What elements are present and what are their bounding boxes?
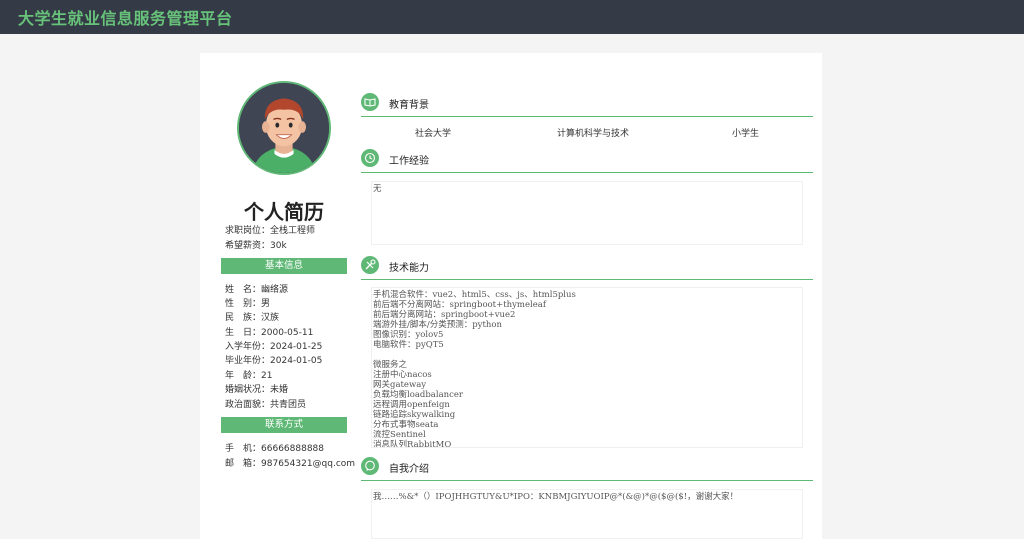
contact-label: 邮 箱： [225, 459, 262, 469]
avatar-illustration [239, 83, 329, 173]
contact-heading: 联系方式 [221, 417, 347, 433]
salary-value: 30k [270, 241, 287, 251]
right-column: 教育背景 社会大学 计算机科学与技术 小学生 工作经验 无 技术能力 手机混合软… [361, 53, 813, 539]
skills-title: 技术能力 [389, 263, 429, 274]
job-value: 全栈工程师 [270, 226, 316, 236]
info-row: 生 日：2000-05-11 [225, 327, 313, 339]
contact-row: 手 机：66666888888 [225, 443, 324, 455]
salary-label: 希望薪资： [225, 241, 271, 251]
avatar [237, 81, 331, 175]
skills-header: 技术能力 [361, 252, 813, 280]
education-header: 教育背景 [361, 89, 813, 117]
info-row: 姓 名：幽络源 [225, 284, 288, 296]
basic-info-heading: 基本信息 [221, 258, 347, 274]
work-content: 无 [371, 181, 803, 245]
education-title: 教育背景 [389, 100, 429, 111]
degree-name: 小学生 [732, 129, 760, 139]
info-value: 幽络源 [261, 285, 289, 295]
contact-label: 手 机： [225, 444, 262, 454]
clock-icon [361, 149, 379, 167]
info-label: 婚姻状况： [225, 385, 271, 395]
info-label: 年 龄： [225, 371, 262, 381]
info-value: 2024-01-25 [270, 342, 323, 352]
resume-title: 个人简历 [244, 200, 324, 224]
info-value: 2000-05-11 [261, 328, 314, 338]
info-row: 入学年份：2024-01-25 [225, 341, 322, 353]
job-label: 求职岗位： [225, 226, 271, 236]
info-value: 共青团员 [270, 400, 307, 410]
work-header: 工作经验 [361, 145, 813, 173]
info-label: 姓 名： [225, 285, 262, 295]
intro-content: 我……%&*（）IPOJHHGTUY&U*IPO：KNBMJGIYUOIP@*(… [371, 489, 803, 539]
info-value: 2024-01-05 [270, 356, 323, 366]
intro-header: 自我介绍 [361, 453, 813, 481]
education-row: 社会大学 计算机科学与技术 小学生 [361, 126, 813, 140]
info-label: 性 别： [225, 299, 262, 309]
info-label: 政治面貌： [225, 400, 271, 410]
work-title: 工作经验 [389, 156, 429, 167]
contact-row: 邮 箱：987654321@qq.com [225, 458, 355, 470]
info-label: 民 族： [225, 313, 262, 323]
info-value: 汉族 [261, 313, 280, 323]
info-row: 毕业年份：2024-01-05 [225, 355, 322, 367]
info-value: 未婚 [270, 385, 289, 395]
salary-line: 希望薪资：30k [225, 240, 287, 252]
info-row: 性 别：男 [225, 298, 270, 310]
info-row: 婚姻状况：未婚 [225, 384, 288, 396]
intro-title: 自我介绍 [389, 464, 429, 475]
tools-icon [361, 256, 379, 274]
skills-content: 手机混合软件：vue2、html5、css、js、html5plus 前后端不分… [371, 287, 803, 448]
top-bar: 大学生就业信息服务管理平台 [0, 0, 1024, 34]
major-name: 计算机科学与技术 [557, 129, 630, 139]
phone-value: 66666888888 [261, 444, 325, 454]
info-label: 入学年份： [225, 342, 271, 352]
job-line: 求职岗位：全栈工程师 [225, 225, 315, 237]
school-name: 社会大学 [415, 129, 452, 139]
info-label: 生 日： [225, 328, 262, 338]
book-icon [361, 93, 379, 111]
info-row: 民 族：汉族 [225, 312, 279, 324]
resume-card: 个人简历 求职岗位：全栈工程师 希望薪资：30k 基本信息 姓 名：幽络源 性 … [200, 53, 822, 539]
info-value: 男 [261, 299, 271, 309]
info-row: 政治面貌：共青团员 [225, 399, 306, 411]
app-title: 大学生就业信息服务管理平台 [18, 9, 233, 28]
info-row: 年 龄：21 [225, 370, 272, 382]
chat-icon [361, 457, 379, 475]
info-label: 毕业年份： [225, 356, 271, 366]
email-value: 987654321@qq.com [261, 459, 356, 469]
info-value: 21 [261, 371, 273, 381]
